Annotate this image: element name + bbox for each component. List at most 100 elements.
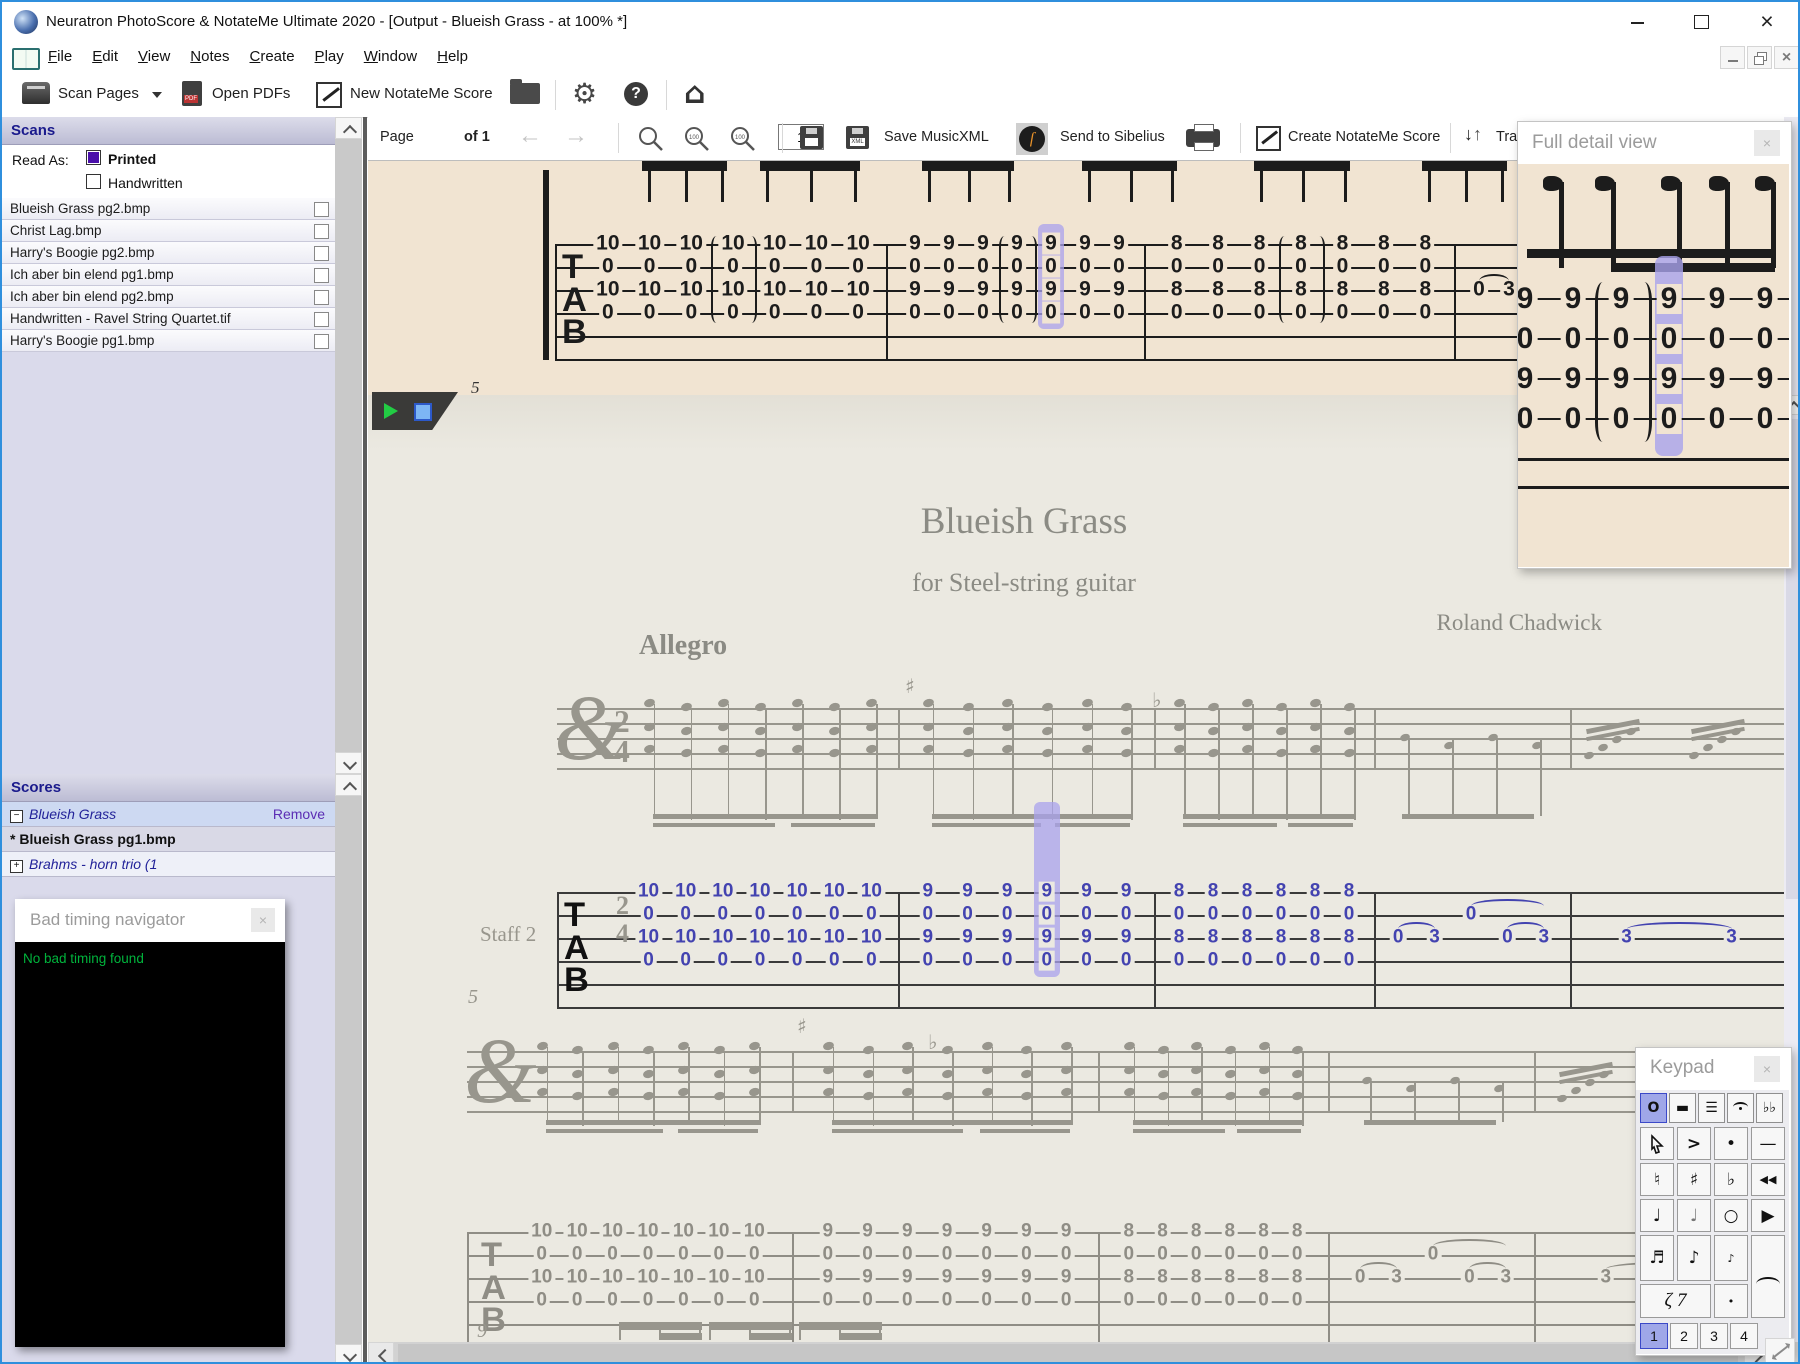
keypad-key-half-note[interactable]: ♩ (1677, 1199, 1711, 1232)
scan-file-checkbox[interactable] (314, 202, 329, 217)
keypad-key-sixteenth-note[interactable]: ♬ (1640, 1235, 1674, 1281)
scan-pages-button[interactable]: Scan Pages (58, 85, 139, 102)
stop-icon[interactable] (414, 403, 432, 421)
scan-file-row[interactable]: Christ Lag.bmp (2, 220, 335, 242)
maximize-button[interactable] (1678, 8, 1724, 36)
keypad-key-tie[interactable] (1751, 1235, 1785, 1318)
home-icon[interactable]: ⌂ (684, 76, 705, 111)
scan-file-row[interactable]: Ich aber bin elend pg1.bmp (2, 264, 335, 286)
keypad-key-staccato[interactable]: • (1714, 1127, 1748, 1160)
keypad-page-4[interactable]: 4 (1730, 1323, 1758, 1349)
detail-panel-close-icon[interactable]: × (1754, 130, 1780, 156)
keypad-key-accent[interactable]: > (1677, 1127, 1711, 1160)
scan-file-row[interactable]: Ich aber bin elend pg2.bmp (2, 286, 335, 308)
keypad-key-natural[interactable]: ♮ (1640, 1163, 1674, 1196)
scan-file-row[interactable]: Harry's Boogie pg1.bmp (2, 330, 335, 352)
scan-file-checkbox[interactable] (314, 224, 329, 239)
next-page-icon[interactable]: → (564, 122, 588, 150)
mdi-restore-button[interactable] (1747, 46, 1772, 69)
menu-notes[interactable]: Notes (180, 42, 239, 71)
handwritten-checkbox[interactable] (86, 174, 101, 189)
scan-file-row[interactable]: Handwritten - Ravel String Quartet.tif (2, 308, 335, 330)
scores-scrollbar[interactable] (335, 774, 362, 1362)
whole-note-tab[interactable]: O (1640, 1093, 1667, 1123)
keypad-key-flat[interactable]: ♭ (1714, 1163, 1748, 1196)
double-flat-tab[interactable]: ♭♭ (1756, 1093, 1783, 1123)
sibelius-icon[interactable]: ſ (1016, 123, 1048, 155)
scan-file-checkbox[interactable] (314, 290, 329, 305)
print-icon[interactable] (1186, 124, 1220, 151)
barline-tab[interactable]: ☰ (1698, 1093, 1725, 1123)
menu-file[interactable]: File (38, 42, 82, 71)
scan-file-checkbox[interactable] (314, 246, 329, 261)
transpose-button[interactable]: Tra (1496, 129, 1517, 145)
keypad-key-eighth-note[interactable]: ♪ (1677, 1235, 1711, 1281)
full-detail-view-panel[interactable]: Full detail view × 999999000000999999000… (1517, 121, 1792, 569)
keypad-panel[interactable]: Keypad × O ▬ ☰ ♭♭ > • — ♮ ♯ ♭ ◀◀ ♩ ♩ ○ ▶ ♬ ♪ ♪ ζ 7 • 1234 (1635, 1047, 1792, 1356)
scan-file-row[interactable]: Blueish Grass pg2.bmp (2, 198, 335, 220)
mdi-minimize-button[interactable] (1720, 46, 1745, 69)
keypad-key-grace-note[interactable]: ♪ (1714, 1235, 1748, 1281)
keypad-key-tenuto[interactable]: — (1751, 1127, 1785, 1160)
printed-checkbox[interactable] (86, 150, 101, 165)
play-icon[interactable] (384, 403, 398, 419)
keypad-key-dot[interactable]: • (1714, 1284, 1748, 1318)
send-to-sibelius-button[interactable]: Send to Sibelius (1060, 129, 1165, 145)
tab-number: 9 (1518, 284, 1538, 314)
navigator-close-icon[interactable]: × (251, 908, 275, 932)
keypad-key-play[interactable]: ▶ (1751, 1199, 1785, 1232)
navigator-header[interactable]: Bad timing navigator × (15, 899, 285, 942)
resize-grip[interactable] (1765, 1338, 1795, 1362)
menu-window[interactable]: Window (354, 42, 427, 71)
minimize-button[interactable] (1614, 8, 1660, 36)
scan-file-row[interactable]: Harry's Boogie pg2.bmp (2, 242, 335, 264)
keypad-key-rewind[interactable]: ◀◀ (1751, 1163, 1785, 1196)
keypad-key-sharp[interactable]: ♯ (1677, 1163, 1711, 1196)
keypad-page-2[interactable]: 2 (1670, 1323, 1698, 1349)
scans-scrollbar[interactable] (335, 117, 362, 774)
scan-file-checkbox[interactable] (314, 312, 329, 327)
open-pdfs-button[interactable]: Open PDFs (212, 85, 290, 102)
collapse-icon[interactable]: − (10, 810, 23, 823)
fermata-tab[interactable] (1727, 1093, 1754, 1123)
previous-page-icon[interactable]: ← (518, 122, 542, 150)
keypad-page-3[interactable]: 3 (1700, 1323, 1728, 1349)
keypad-key-quarter-note[interactable]: ♩ (1640, 1199, 1674, 1232)
score-item-row[interactable]: + Brahms - horn trio (1 (2, 852, 335, 877)
scan-file-checkbox[interactable] (314, 334, 329, 349)
close-button[interactable]: × (1744, 8, 1790, 36)
save-musicxml-button[interactable]: Save MusicXML (884, 129, 989, 145)
menu-play[interactable]: Play (305, 42, 354, 71)
keypad-close-icon[interactable]: × (1754, 1056, 1780, 1082)
menu-help[interactable]: Help (427, 42, 478, 71)
score-item-row[interactable]: * Blueish Grass pg1.bmp (2, 827, 335, 852)
menu-create[interactable]: Create (240, 42, 305, 71)
beam-tab[interactable]: ▬ (1669, 1093, 1696, 1123)
zoom-in-icon[interactable] (636, 125, 666, 153)
transpose-icon[interactable]: ↓↑ (1464, 124, 1482, 145)
scan-file-checkbox[interactable] (314, 268, 329, 283)
save-icon[interactable] (800, 126, 823, 149)
expand-icon[interactable]: + (10, 860, 23, 873)
horizontal-scrollbar[interactable] (368, 1342, 1798, 1362)
detail-panel-title: Full detail view (1532, 132, 1657, 153)
keypad-key-pointer[interactable] (1640, 1127, 1674, 1160)
settings-gear-icon[interactable]: ⚙ (572, 77, 597, 110)
help-icon[interactable]: ? (624, 82, 648, 106)
save-xml-icon[interactable]: XML (846, 126, 869, 149)
keypad-key-rests[interactable]: ζ 7 (1640, 1284, 1711, 1318)
menu-edit[interactable]: Edit (82, 42, 128, 71)
scan-pages-dropdown-icon[interactable] (152, 92, 162, 98)
tab-number: 0 (1704, 404, 1730, 434)
create-notateme-button[interactable]: Create NotateMe Score (1288, 129, 1440, 145)
keypad-page-1[interactable]: 1 (1640, 1323, 1668, 1349)
remove-score-button[interactable]: Remove (273, 802, 325, 827)
menu-view[interactable]: View (128, 42, 180, 71)
new-notateme-button[interactable]: New NotateMe Score (350, 85, 493, 102)
folder-icon[interactable] (510, 79, 540, 104)
zoom-out-icon[interactable]: 100 (728, 125, 758, 153)
zoom-100-icon[interactable]: 100 (682, 125, 712, 153)
score-item-row[interactable]: − Blueish Grass Remove (2, 802, 335, 827)
mdi-close-button[interactable]: × (1774, 46, 1798, 69)
keypad-key-whole-note[interactable]: ○ (1714, 1199, 1748, 1232)
